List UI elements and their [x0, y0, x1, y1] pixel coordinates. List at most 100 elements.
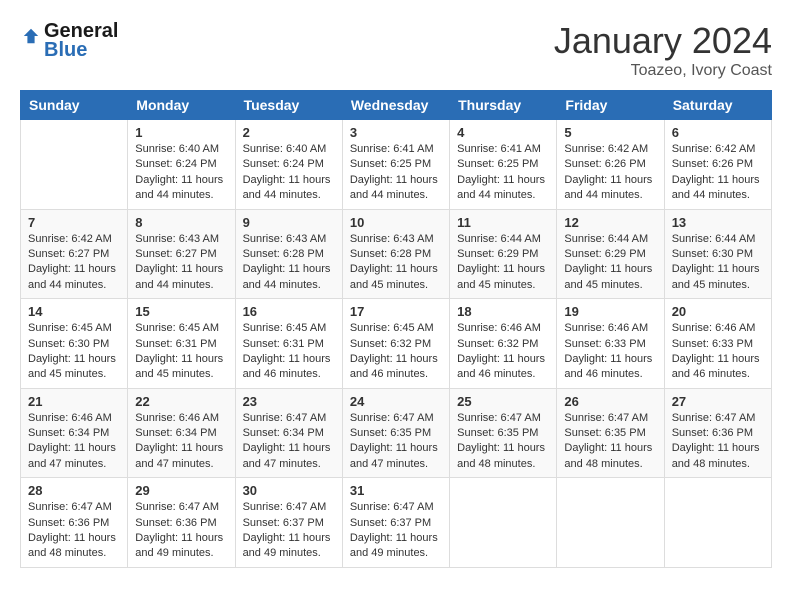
- calendar-week-3: 14Sunrise: 6:45 AMSunset: 6:30 PMDayligh…: [21, 299, 772, 389]
- calendar-cell: 17 Sunrise: 6:45 AMSunset: 6:32 PMDayligh…: [342, 299, 449, 389]
- day-info: Sunrise: 6:42 AMSunset: 6:26 PMDaylight:…: [564, 142, 656, 204]
- day-info: Sunrise: 6:47 AMSunset: 6:37 PMDaylight:…: [243, 500, 335, 562]
- month-title: January 2024: [554, 20, 772, 62]
- day-info: Sunrise: 6:45 AMSunset: 6:31 PMDaylight:…: [243, 321, 335, 383]
- calendar-cell: 6Sunrise: 6:42 AMSunset: 6:26 PMDaylight…: [664, 120, 771, 210]
- day-info: Sunrise: 6:47 AMSunset: 6:36 PMDaylight:…: [28, 500, 120, 562]
- day-info: Sunrise: 6:42 AMSunset: 6:26 PMDaylight:…: [672, 142, 764, 204]
- day-number: 13: [672, 215, 764, 230]
- day-number: 15: [135, 304, 227, 319]
- weekday-header-sunday: Sunday: [21, 91, 128, 120]
- day-number: 19: [564, 304, 656, 319]
- calendar-cell: 15 Sunrise: 6:45 AMSunset: 6:31 PMDayligh…: [128, 299, 235, 389]
- day-number: 11: [457, 215, 549, 230]
- day-info: Sunrise: 6:46 AMSunset: 6:34 PMDaylight:…: [28, 411, 120, 473]
- day-number: 26: [564, 394, 656, 409]
- calendar-cell: 14Sunrise: 6:45 AMSunset: 6:30 PMDayligh…: [21, 299, 128, 389]
- day-number: 10: [350, 215, 442, 230]
- weekday-header-tuesday: Tuesday: [235, 91, 342, 120]
- calendar-cell: 30 Sunrise: 6:47 AMSunset: 6:37 PMDayligh…: [235, 478, 342, 568]
- calendar-cell: 13 Sunrise: 6:44 AMSunset: 6:30 PMDayligh…: [664, 209, 771, 299]
- day-info: Sunrise: 6:42 AMSunset: 6:27 PMDaylight:…: [28, 232, 120, 294]
- calendar-cell: 11 Sunrise: 6:44 AMSunset: 6:29 PMDayligh…: [450, 209, 557, 299]
- day-info: Sunrise: 6:47 AMSunset: 6:35 PMDaylight:…: [350, 411, 442, 473]
- calendar-cell: 3 Sunrise: 6:41 AMSunset: 6:25 PMDaylight…: [342, 120, 449, 210]
- calendar-cell: 9 Sunrise: 6:43 AMSunset: 6:28 PMDaylight…: [235, 209, 342, 299]
- calendar-cell: [450, 478, 557, 568]
- calendar-cell: 10 Sunrise: 6:43 AMSunset: 6:28 PMDayligh…: [342, 209, 449, 299]
- weekday-header-monday: Monday: [128, 91, 235, 120]
- day-info: Sunrise: 6:47 AMSunset: 6:36 PMDaylight:…: [672, 411, 764, 473]
- calendar-cell: 24Sunrise: 6:47 AMSunset: 6:35 PMDayligh…: [342, 388, 449, 478]
- day-info: Sunrise: 6:47 AMSunset: 6:35 PMDaylight:…: [457, 411, 549, 473]
- day-number: 18: [457, 304, 549, 319]
- day-number: 17: [350, 304, 442, 319]
- day-info: Sunrise: 6:47 AMSunset: 6:37 PMDaylight:…: [350, 500, 442, 562]
- calendar-week-1: 1Sunrise: 6:40 AMSunset: 6:24 PMDaylight…: [21, 120, 772, 210]
- day-number: 3: [350, 125, 442, 140]
- day-info: Sunrise: 6:43 AMSunset: 6:28 PMDaylight:…: [350, 232, 442, 294]
- calendar-cell: 31 Sunrise: 6:47 AMSunset: 6:37 PMDayligh…: [342, 478, 449, 568]
- day-number: 9: [243, 215, 335, 230]
- day-info: Sunrise: 6:46 AMSunset: 6:33 PMDaylight:…: [564, 321, 656, 383]
- calendar-cell: 12 Sunrise: 6:44 AMSunset: 6:29 PMDayligh…: [557, 209, 664, 299]
- day-info: Sunrise: 6:43 AMSunset: 6:27 PMDaylight:…: [135, 232, 227, 294]
- calendar-cell: 1Sunrise: 6:40 AMSunset: 6:24 PMDaylight…: [128, 120, 235, 210]
- calendar-cell: 27Sunrise: 6:47 AMSunset: 6:36 PMDayligh…: [664, 388, 771, 478]
- calendar-cell: 29 Sunrise: 6:47 AMSunset: 6:36 PMDayligh…: [128, 478, 235, 568]
- day-info: Sunrise: 6:47 AMSunset: 6:35 PMDaylight:…: [564, 411, 656, 473]
- day-number: 28: [28, 483, 120, 498]
- calendar-cell: [557, 478, 664, 568]
- calendar-cell: 19 Sunrise: 6:46 AMSunset: 6:33 PMDayligh…: [557, 299, 664, 389]
- day-info: Sunrise: 6:44 AMSunset: 6:29 PMDaylight:…: [564, 232, 656, 294]
- day-info: Sunrise: 6:44 AMSunset: 6:30 PMDaylight:…: [672, 232, 764, 294]
- day-info: Sunrise: 6:46 AMSunset: 6:32 PMDaylight:…: [457, 321, 549, 383]
- calendar-cell: 25 Sunrise: 6:47 AMSunset: 6:35 PMDayligh…: [450, 388, 557, 478]
- calendar-cell: 7 Sunrise: 6:42 AMSunset: 6:27 PMDaylight…: [21, 209, 128, 299]
- day-info: Sunrise: 6:45 AMSunset: 6:31 PMDaylight:…: [135, 321, 227, 383]
- day-info: Sunrise: 6:41 AMSunset: 6:25 PMDaylight:…: [457, 142, 549, 204]
- day-number: 5: [564, 125, 656, 140]
- day-info: Sunrise: 6:47 AMSunset: 6:34 PMDaylight:…: [243, 411, 335, 473]
- day-info: Sunrise: 6:45 AMSunset: 6:30 PMDaylight:…: [28, 321, 120, 383]
- calendar-cell: 22 Sunrise: 6:46 AMSunset: 6:34 PMDayligh…: [128, 388, 235, 478]
- day-number: 12: [564, 215, 656, 230]
- day-info: Sunrise: 6:40 AMSunset: 6:24 PMDaylight:…: [135, 142, 227, 204]
- day-number: 22: [135, 394, 227, 409]
- day-info: Sunrise: 6:41 AMSunset: 6:25 PMDaylight:…: [350, 142, 442, 204]
- day-info: Sunrise: 6:46 AMSunset: 6:34 PMDaylight:…: [135, 411, 227, 473]
- day-number: 25: [457, 394, 549, 409]
- calendar-cell: 21 Sunrise: 6:46 AMSunset: 6:34 PMDayligh…: [21, 388, 128, 478]
- calendar-cell: 26 Sunrise: 6:47 AMSunset: 6:35 PMDayligh…: [557, 388, 664, 478]
- day-number: 20: [672, 304, 764, 319]
- day-info: Sunrise: 6:45 AMSunset: 6:32 PMDaylight:…: [350, 321, 442, 383]
- weekday-header-saturday: Saturday: [664, 91, 771, 120]
- calendar-cell: 18 Sunrise: 6:46 AMSunset: 6:32 PMDayligh…: [450, 299, 557, 389]
- day-info: Sunrise: 6:43 AMSunset: 6:28 PMDaylight:…: [243, 232, 335, 294]
- calendar-week-4: 21 Sunrise: 6:46 AMSunset: 6:34 PMDayligh…: [21, 388, 772, 478]
- day-number: 30: [243, 483, 335, 498]
- day-number: 23: [243, 394, 335, 409]
- calendar-cell: 2Sunrise: 6:40 AMSunset: 6:24 PMDaylight…: [235, 120, 342, 210]
- day-info: Sunrise: 6:40 AMSunset: 6:24 PMDaylight:…: [243, 142, 335, 204]
- location-title: Toazeо, Ivory Coast: [554, 62, 772, 80]
- calendar-cell: 16Sunrise: 6:45 AMSunset: 6:31 PMDayligh…: [235, 299, 342, 389]
- day-number: 4: [457, 125, 549, 140]
- calendar-cell: 20Sunrise: 6:46 AMSunset: 6:33 PMDayligh…: [664, 299, 771, 389]
- day-number: 29: [135, 483, 227, 498]
- calendar-cell: [664, 478, 771, 568]
- calendar-table: SundayMondayTuesdayWednesdayThursdayFrid…: [20, 90, 772, 568]
- calendar-week-2: 7 Sunrise: 6:42 AMSunset: 6:27 PMDaylight…: [21, 209, 772, 299]
- day-number: 8: [135, 215, 227, 230]
- title-block: January 2024 Toazeо, Ivory Coast: [554, 20, 772, 80]
- day-number: 31: [350, 483, 442, 498]
- day-info: Sunrise: 6:47 AMSunset: 6:36 PMDaylight:…: [135, 500, 227, 562]
- day-number: 7: [28, 215, 120, 230]
- day-info: Sunrise: 6:44 AMSunset: 6:29 PMDaylight:…: [457, 232, 549, 294]
- calendar-cell: 28 Sunrise: 6:47 AMSunset: 6:36 PMDayligh…: [21, 478, 128, 568]
- calendar-cell: 4 Sunrise: 6:41 AMSunset: 6:25 PMDaylight…: [450, 120, 557, 210]
- calendar-header-row: SundayMondayTuesdayWednesdayThursdayFrid…: [21, 91, 772, 120]
- calendar-week-5: 28 Sunrise: 6:47 AMSunset: 6:36 PMDayligh…: [21, 478, 772, 568]
- weekday-header-friday: Friday: [557, 91, 664, 120]
- day-number: 21: [28, 394, 120, 409]
